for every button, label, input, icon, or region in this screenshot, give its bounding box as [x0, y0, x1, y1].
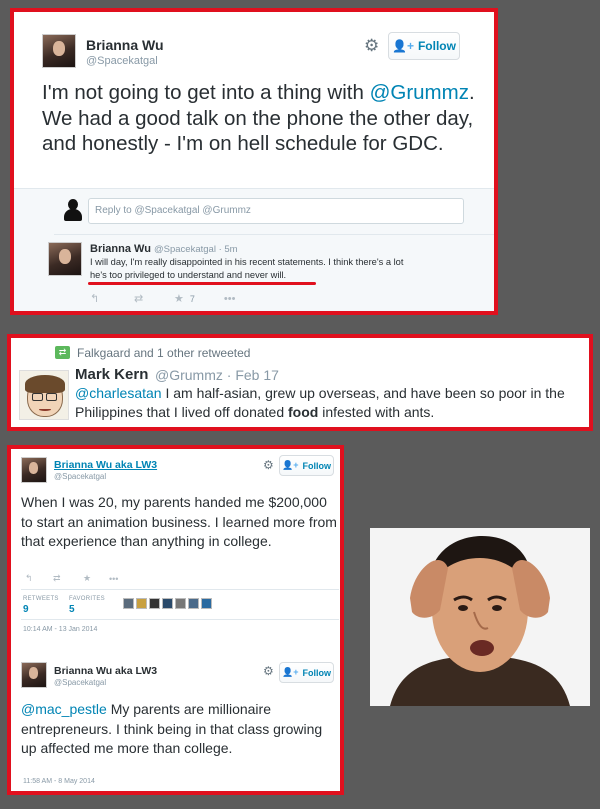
- tweet-panel-brianna-parents: Brianna Wu aka LW3 @Spacekatgal ⚙ 👤+ Fol…: [7, 445, 344, 795]
- mention-link[interactable]: @charlesatan: [75, 385, 162, 401]
- user-meta: @Grummz · Feb 17: [155, 367, 279, 383]
- favorites-label: FAVORITES: [69, 596, 105, 602]
- tweet-date[interactable]: Feb 17: [235, 367, 279, 383]
- follow-button[interactable]: 👤+ Follow: [279, 455, 334, 476]
- favorite-count: 7: [189, 293, 195, 304]
- gear-icon[interactable]: ⚙: [263, 664, 274, 678]
- more-icon[interactable]: •••: [224, 293, 236, 305]
- reply-user-name[interactable]: Brianna Wu: [90, 243, 151, 255]
- tweet-text-part: I'm not going to get into a thing with: [42, 81, 370, 104]
- favoriters-avatars: [123, 598, 214, 609]
- user-name[interactable]: Brianna Wu aka LW3: [54, 459, 157, 471]
- follow-button[interactable]: 👤+ Follow: [388, 32, 460, 60]
- avatar[interactable]: [201, 598, 212, 609]
- more-icon[interactable]: •••: [109, 574, 118, 584]
- follow-person-icon: 👤+: [392, 39, 414, 53]
- reply-avatar[interactable]: [48, 242, 82, 276]
- stats-divider: [21, 619, 339, 620]
- follow-label: Follow: [417, 39, 456, 53]
- red-underline: [88, 282, 316, 285]
- retweets-label: RETWEETS: [23, 596, 59, 602]
- user-handle[interactable]: @Spacekatgal: [86, 55, 158, 67]
- timestamp[interactable]: 10:14 AM - 13 Jan 2014: [23, 626, 97, 633]
- tweet-text: When I was 20, my parents handed me $200…: [21, 494, 337, 549]
- follow-label: Follow: [302, 667, 331, 678]
- user-handle[interactable]: @Spacekatgal: [54, 472, 106, 481]
- mention-link[interactable]: @Grummz: [370, 81, 469, 104]
- separator-dot: ·: [218, 244, 222, 255]
- retweets-count[interactable]: 9: [23, 604, 29, 615]
- avatar[interactable]: [188, 598, 199, 609]
- reply-icon[interactable]: ↰: [90, 292, 134, 305]
- avatar[interactable]: [19, 370, 69, 420]
- user-name[interactable]: Brianna Wu: [86, 37, 164, 53]
- follow-label: Follow: [302, 460, 331, 471]
- favorite-star-icon[interactable]: ★: [174, 292, 184, 305]
- reply-icon[interactable]: ↰: [25, 573, 53, 584]
- timestamp[interactable]: 11:58 AM - 8 May 2014: [23, 778, 95, 785]
- gear-icon[interactable]: ⚙: [263, 458, 274, 472]
- retweet-badge-icon: ⇄: [55, 346, 70, 359]
- user-name[interactable]: Brianna Wu aka LW3: [54, 665, 157, 677]
- reply-time[interactable]: 5m: [224, 244, 237, 255]
- tweet-text-bold: food: [288, 404, 319, 420]
- tweet-text: @charlesatan I am half-asian, grew up ov…: [75, 384, 591, 422]
- separator-dot: ·: [226, 367, 232, 383]
- retweet-icon[interactable]: ⇄: [53, 573, 83, 584]
- avatar[interactable]: [42, 34, 76, 68]
- tweet-panel-mark-kern: ⇄ Falkgaard and 1 other retweeted Mark K…: [7, 334, 593, 431]
- avatar[interactable]: [149, 598, 160, 609]
- avatar[interactable]: [175, 598, 186, 609]
- retweet-icon[interactable]: ⇄: [134, 292, 174, 305]
- follow-person-icon: 👤+: [282, 667, 299, 677]
- reply-user-meta: @Spacekatgal · 5m: [154, 244, 238, 255]
- stats-divider: [21, 589, 339, 590]
- reaction-image: [370, 528, 590, 706]
- tweet-actions: ↰ ⇄ ★ •••: [25, 573, 118, 584]
- tweet-text: I'm not going to get into a thing with @…: [42, 80, 482, 157]
- reply-user-icon: [62, 198, 84, 222]
- gear-icon[interactable]: ⚙: [364, 36, 379, 56]
- avatar[interactable]: [136, 598, 147, 609]
- favorite-star-icon[interactable]: ★: [83, 573, 109, 584]
- reply-text-line: I will day, I'm really disappointed in h…: [90, 257, 404, 267]
- avatar[interactable]: [21, 662, 47, 688]
- tweet-text-part: infested with ants.: [318, 404, 435, 420]
- jackie-chan-meme-picture: [370, 528, 590, 706]
- user-name[interactable]: Mark Kern: [75, 366, 148, 383]
- avatar[interactable]: [21, 457, 47, 483]
- user-handle[interactable]: @Grummz: [155, 367, 223, 383]
- reply-user-handle[interactable]: @Spacekatgal: [154, 244, 216, 255]
- reply-input[interactable]: Reply to @Spacekatgal @Grummz: [88, 198, 464, 224]
- tweet-panel-brianna-gdc: Brianna Wu @Spacekatgal ⚙ 👤+ Follow I'm …: [10, 8, 498, 315]
- reply-text: I will day, I'm really disappointed in h…: [90, 256, 486, 282]
- reply-text-line: he's too privileged to understand and ne…: [90, 270, 287, 280]
- reply-actions: ↰ ⇄ ★ 7 •••: [90, 292, 236, 306]
- follow-person-icon: 👤+: [282, 460, 299, 470]
- tweet-text: @mac_pestle My parents are millionaire e…: [21, 700, 339, 759]
- avatar[interactable]: [162, 598, 173, 609]
- mention-link[interactable]: @mac_pestle: [21, 701, 107, 717]
- user-handle[interactable]: @Spacekatgal: [54, 678, 106, 687]
- reply-divider: [54, 234, 494, 235]
- retweeted-by[interactable]: Falkgaard and 1 other retweeted: [77, 346, 250, 360]
- avatar[interactable]: [123, 598, 134, 609]
- follow-button[interactable]: 👤+ Follow: [279, 662, 334, 683]
- favorites-count[interactable]: 5: [69, 604, 75, 615]
